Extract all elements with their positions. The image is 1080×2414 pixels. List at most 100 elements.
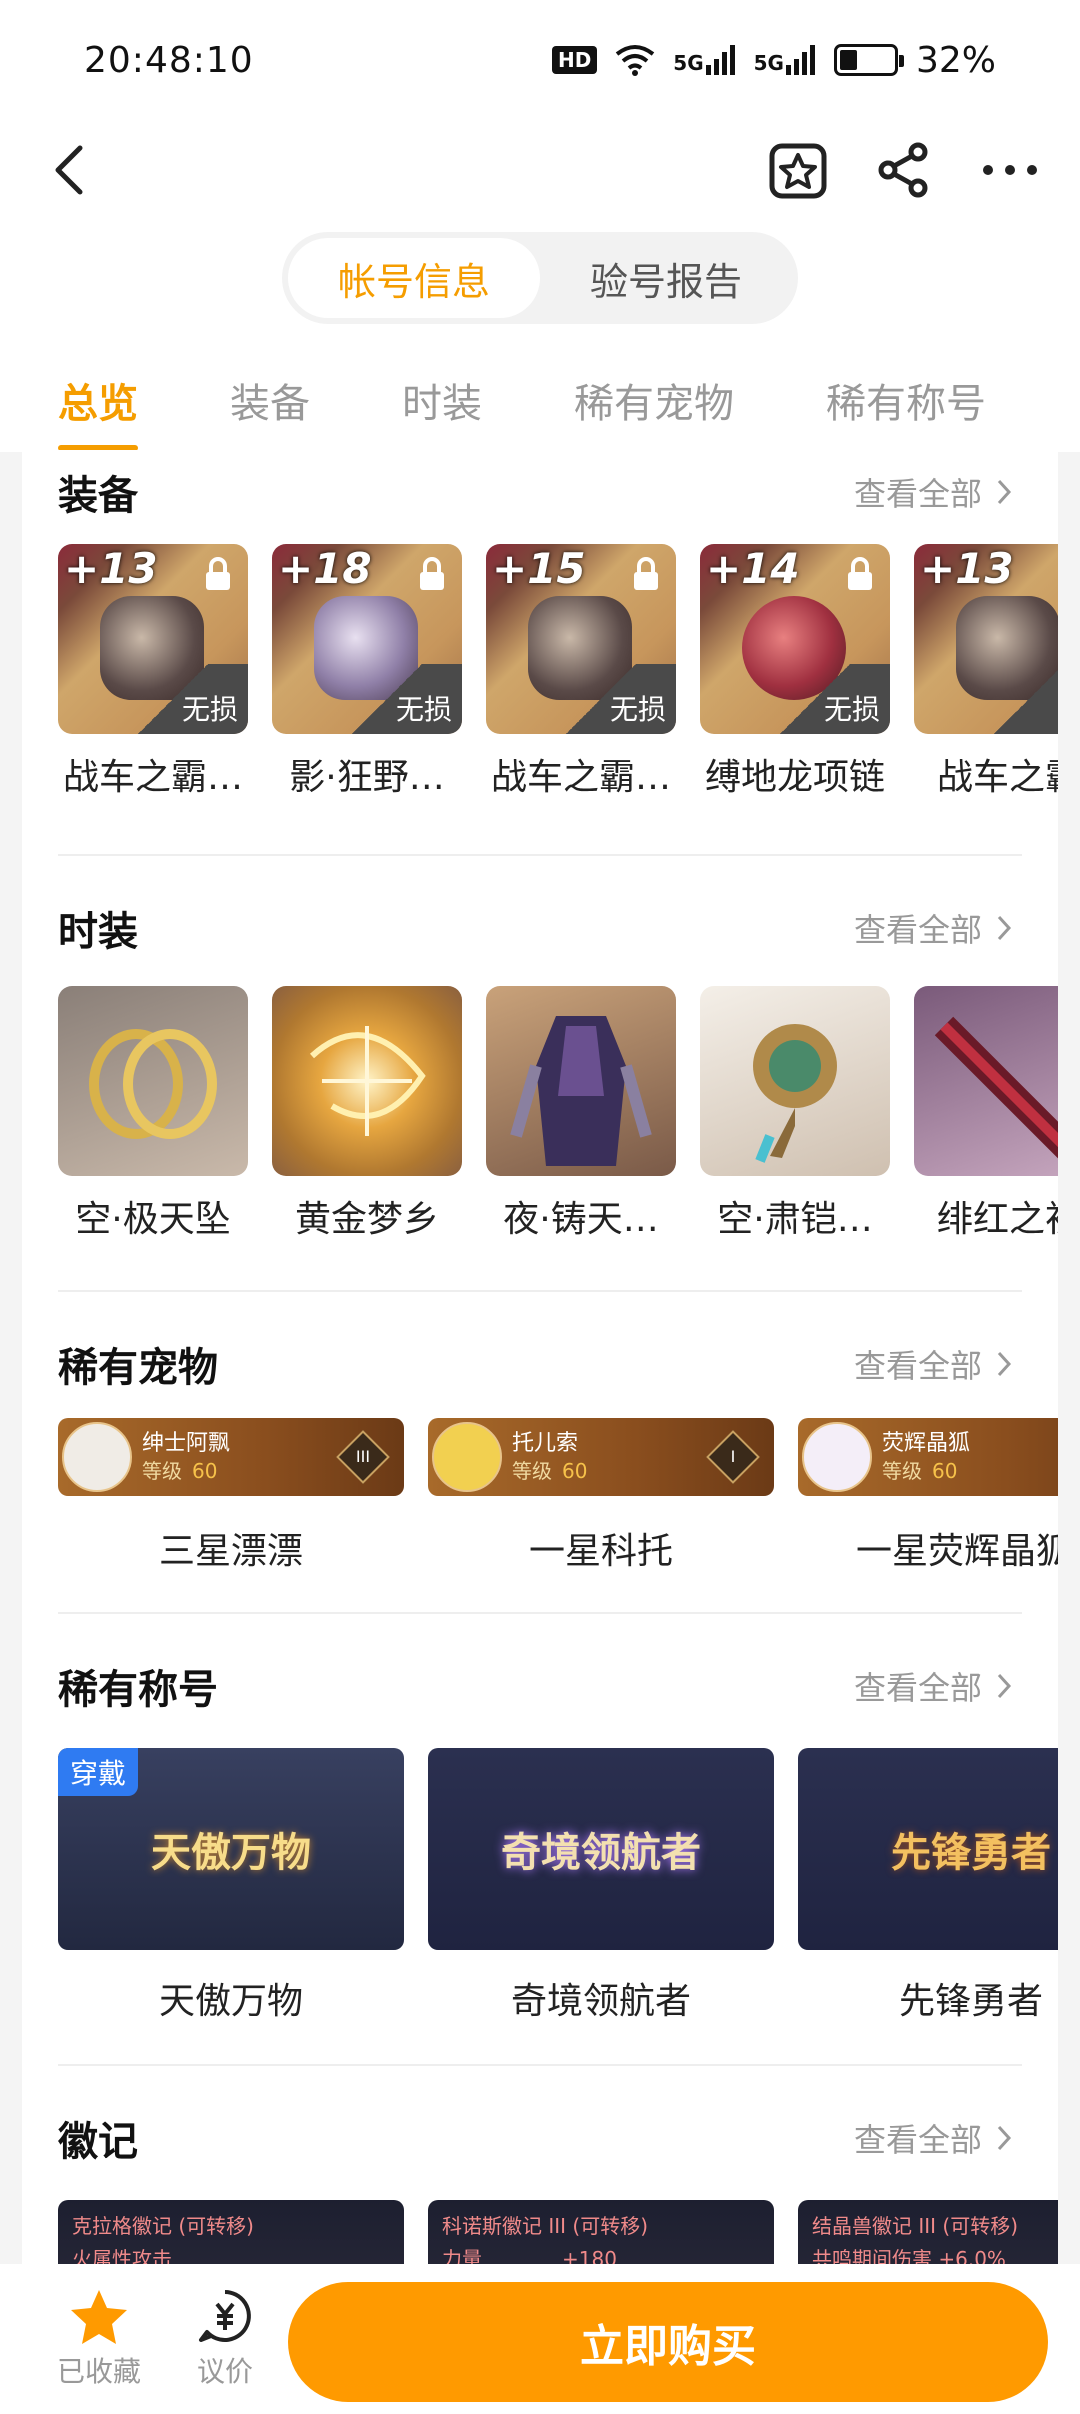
equipment-item[interactable]: +15 无损 战车之霸…: [486, 544, 676, 800]
pet-level: 60: [192, 1459, 218, 1483]
section-title: 稀有宠物: [58, 1345, 218, 1391]
rank-badge: I: [706, 1430, 760, 1484]
badge-title: 结晶兽徽记 III (可转移): [812, 2214, 1019, 2238]
badge-image: 克拉格徽记 (可转移) 火属性攻击: [58, 2200, 404, 2264]
pet-banner: 托儿索 等级 60 I: [428, 1418, 774, 1496]
badge-title: 科诺斯徽记 III (可转移): [442, 2214, 649, 2238]
enhance-level: +18: [278, 544, 372, 593]
fashion-item[interactable]: 夜·铸天…: [486, 986, 676, 1242]
equipment-item[interactable]: +18 无损 影·狂野…: [272, 544, 462, 800]
pet-item[interactable]: 荧辉晶狐 等级 60 一星荧辉晶狐: [798, 1418, 1058, 1574]
fashion-image: [914, 986, 1058, 1176]
fashion-name: 绯红之初: [936, 1199, 1058, 1240]
title-item[interactable]: 先锋勇者 先锋勇者: [798, 1748, 1058, 2024]
chevron-right-icon: [997, 2125, 1012, 2151]
divider: [58, 2064, 1022, 2066]
status-bar: 20:48:10 HD 5G 5G 32%: [0, 0, 1080, 120]
enhance-level: +13: [64, 544, 158, 593]
equipment-image: +14 无损: [700, 544, 890, 734]
favorite-star-icon[interactable]: [768, 140, 828, 200]
title-image: 先锋勇者: [798, 1748, 1058, 1950]
badge-item[interactable]: 结晶兽徽记 III (可转移) 共鸣期间伤害 +6.0%: [798, 2200, 1058, 2264]
chevron-right-icon: [997, 915, 1012, 941]
signal-icon: [785, 45, 815, 75]
battery-icon: [833, 44, 904, 76]
equipment-name: 缚地龙项链: [704, 757, 885, 798]
pet-banner: 荧辉晶狐 等级 60: [798, 1418, 1058, 1496]
section-title: 徽记: [58, 2119, 138, 2165]
buy-now-button[interactable]: 立即购买: [288, 2282, 1048, 2402]
tab-overview[interactable]: 总览: [58, 371, 138, 450]
title-name: 先锋勇者: [898, 1981, 1043, 2022]
fashion-name: 黄金梦乡: [294, 1199, 439, 1240]
enhance-level: +15: [492, 544, 586, 593]
equipment-image: +13 无损: [58, 544, 248, 734]
pet-name: 一星荧辉晶狐: [856, 1531, 1058, 1572]
signal-5g-1: 5G: [673, 45, 735, 75]
fashion-item[interactable]: 黄金梦乡: [272, 986, 462, 1242]
view-all-pets[interactable]: 查看全部: [854, 1341, 1012, 1387]
level-label: 等级: [882, 1459, 922, 1483]
tab-rare-titles[interactable]: 稀有称号: [826, 371, 986, 429]
fashion-item[interactable]: 绯红之初: [914, 986, 1058, 1242]
status-time: 20:48:10: [84, 39, 254, 81]
badge-item[interactable]: 克拉格徽记 (可转移) 火属性攻击: [58, 2200, 404, 2264]
view-all-titles[interactable]: 查看全部: [854, 1663, 1012, 1709]
pet-banner-name: 托儿索: [512, 1431, 579, 1456]
pet-item[interactable]: 托儿索 等级 60 I 一星科托: [428, 1418, 774, 1574]
bargain-button[interactable]: 议价: [180, 2288, 270, 2390]
equipment-image: +18 无损: [272, 544, 462, 734]
title-item[interactable]: 奇境领航者 奇境领航者: [428, 1748, 774, 2024]
title-item[interactable]: 穿戴 天傲万物 天傲万物: [58, 1748, 404, 2024]
tab-rare-pets[interactable]: 稀有宠物: [574, 371, 734, 429]
equipment-image: +13 无: [914, 544, 1058, 734]
pet-name: 三星漂漂: [158, 1531, 303, 1572]
back-icon[interactable]: [40, 140, 100, 200]
tab-fashion[interactable]: 时装: [402, 371, 482, 429]
pet-banner-name: 绅士阿飘: [142, 1431, 231, 1456]
collect-button[interactable]: 已收藏: [54, 2288, 144, 2390]
tab-equipment[interactable]: 装备: [230, 371, 310, 429]
fashion-image: [486, 986, 676, 1176]
star-icon: [71, 2290, 127, 2344]
info-report-toggle: 帐号信息 验号报告: [282, 232, 798, 324]
bargain-label: 议价: [196, 2355, 253, 2388]
equipment-item[interactable]: +13 无 战车之霸: [914, 544, 1058, 800]
badge-item[interactable]: 科诺斯徽记 III (可转移) 力量 +180: [428, 2200, 774, 2264]
section-title: 稀有称号: [58, 1667, 218, 1713]
section-title: 时装: [58, 909, 138, 955]
section-title: 装备: [58, 473, 138, 519]
status-icons: HD 5G 5G 32%: [551, 40, 996, 81]
equipment-item[interactable]: +14 无损 缚地龙项链: [700, 544, 890, 800]
title-image: 穿戴 天傲万物: [58, 1748, 404, 1950]
tab-verify-report[interactable]: 验号报告: [540, 238, 792, 318]
level-label: 等级: [512, 1459, 552, 1483]
pet-level: 60: [932, 1459, 958, 1483]
lock-icon: [848, 557, 872, 590]
wifi-icon: [616, 45, 655, 76]
more-icon[interactable]: [980, 140, 1040, 200]
fashion-item[interactable]: 空·极天坠: [58, 986, 248, 1242]
signal-icon: [705, 45, 735, 75]
nav-bar: [0, 120, 1080, 220]
divider: [58, 1612, 1022, 1614]
badge-stat: 火属性攻击: [72, 2247, 172, 2264]
fashion-item[interactable]: 空·肃铠…: [700, 986, 890, 1242]
fashion-image: [700, 986, 890, 1176]
title-name: 天傲万物: [158, 1981, 303, 2022]
view-all-fashion[interactable]: 查看全部: [854, 905, 1012, 951]
share-icon[interactable]: [874, 140, 934, 200]
pet-banner: 绅士阿飘 等级 60 III: [58, 1418, 404, 1496]
title-art: 先锋勇者: [891, 1830, 1051, 1876]
wearing-tag: 穿戴: [58, 1748, 139, 1796]
chevron-right-icon: [997, 1673, 1012, 1699]
pet-item[interactable]: 绅士阿飘 等级 60 III 三星漂漂: [58, 1418, 404, 1574]
view-all-badges[interactable]: 查看全部: [854, 2115, 1012, 2161]
title-art: 奇境领航者: [501, 1830, 701, 1876]
lock-icon: [634, 557, 658, 590]
view-all-equipment[interactable]: 查看全部: [854, 469, 1012, 515]
title-image: 奇境领航者: [428, 1748, 774, 1950]
tab-account-info[interactable]: 帐号信息: [288, 238, 540, 318]
badge-image: 结晶兽徽记 III (可转移) 共鸣期间伤害 +6.0%: [798, 2200, 1058, 2264]
equipment-item[interactable]: +13 无损 战车之霸…: [58, 544, 248, 800]
